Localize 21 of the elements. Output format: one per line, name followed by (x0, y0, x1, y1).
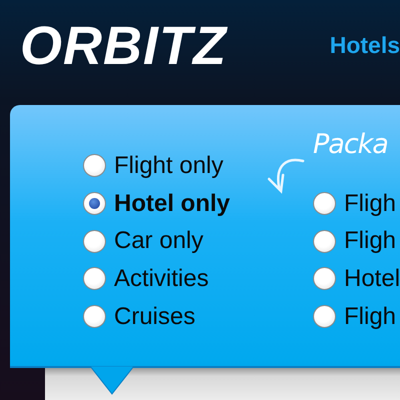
radio-label[interactable]: Activities (114, 264, 209, 293)
radio-button[interactable] (83, 305, 106, 328)
radio-button[interactable] (313, 305, 336, 328)
radio-label[interactable]: Fligh (344, 190, 396, 218)
radio-button[interactable] (83, 192, 106, 216)
radio-label[interactable]: Cruises (114, 302, 196, 331)
radio-label[interactable]: Fligh (344, 227, 396, 256)
radio-label[interactable]: Hotel only (114, 190, 230, 218)
radio-button[interactable] (83, 154, 106, 178)
radio-button[interactable] (313, 192, 336, 216)
radio-button[interactable] (313, 267, 336, 290)
radio-button[interactable] (83, 267, 106, 290)
packages-heading: Packa (313, 129, 388, 160)
radio-label[interactable]: Fligh (344, 302, 396, 331)
radio-label[interactable]: Hotel (344, 264, 400, 293)
logo[interactable]: ORBITZ (20, 14, 320, 76)
radio-label[interactable]: Flight only (114, 152, 224, 180)
nav-link[interactable]: Hotels (330, 32, 400, 59)
radio-button[interactable] (313, 230, 336, 253)
radio-button[interactable] (83, 230, 106, 253)
radio-label[interactable]: Car only (114, 227, 204, 256)
